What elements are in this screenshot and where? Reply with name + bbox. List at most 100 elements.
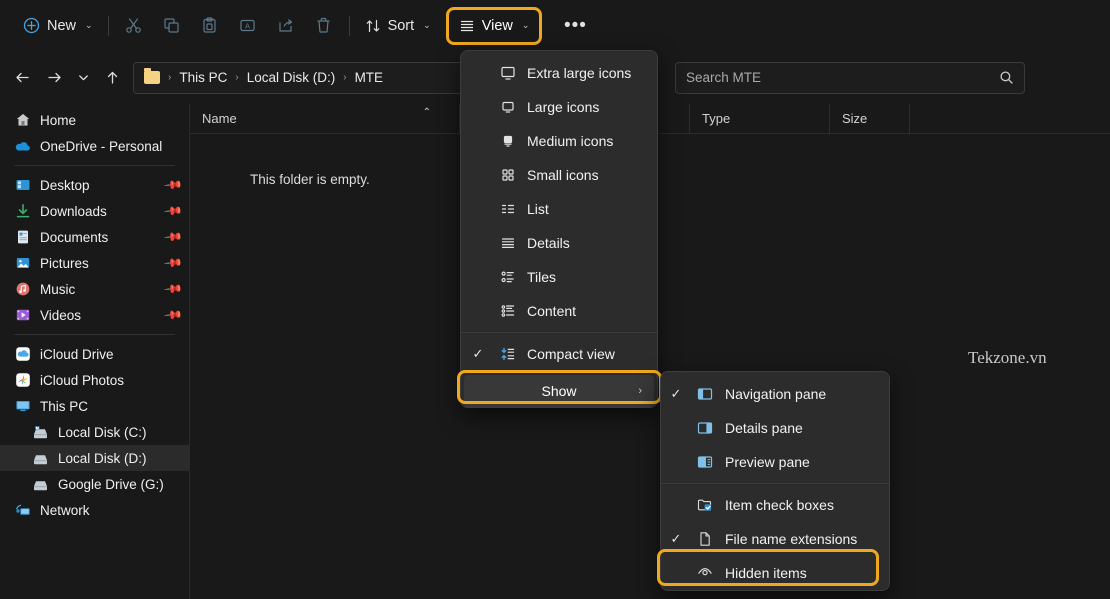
clipboard-icon xyxy=(201,17,218,34)
delete-button[interactable] xyxy=(305,10,343,42)
menu-item-small-icons[interactable]: Small icons xyxy=(461,158,657,192)
preview-pane-icon xyxy=(691,453,719,471)
sort-arrows-icon xyxy=(365,18,381,34)
submenu-item-hidden-items[interactable]: Hidden items xyxy=(661,556,889,590)
toolbar-divider-1 xyxy=(108,16,109,36)
sidebar-item-this-pc[interactable]: This PC xyxy=(0,393,189,419)
folder-icon xyxy=(144,71,160,84)
menu-item-show[interactable]: Show › xyxy=(464,375,654,407)
sidebar-divider xyxy=(14,334,175,335)
sort-button-label: Sort xyxy=(388,18,415,34)
menu-item-tiles[interactable]: Tiles xyxy=(461,260,657,294)
sidebar-item-desktop[interactable]: Desktop 📌 xyxy=(0,172,189,198)
sidebar-item-videos[interactable]: Videos 📌 xyxy=(0,302,189,328)
file-ext-icon xyxy=(691,530,719,548)
sidebar-label: Local Disk (C:) xyxy=(58,425,147,440)
menu-item-label: Extra large icons xyxy=(527,65,631,81)
breadcrumb-item-local-disk-d[interactable]: Local Disk (D:) xyxy=(247,70,336,85)
search-icon[interactable] xyxy=(999,70,1014,85)
sidebar-label: iCloud Photos xyxy=(40,373,124,388)
pictures-icon xyxy=(14,255,31,272)
sidebar-item-local-disk-c[interactable]: Local Disk (C:) xyxy=(0,419,189,445)
menu-item-list[interactable]: List xyxy=(461,192,657,226)
breadcrumb-item-mte[interactable]: MTE xyxy=(355,70,384,85)
sidebar-label: This PC xyxy=(40,399,88,414)
sidebar-label: Desktop xyxy=(40,178,90,193)
menu-item-extra-large-icons[interactable]: Extra large icons xyxy=(461,56,657,90)
sidebar-item-home[interactable]: Home xyxy=(0,107,189,133)
sidebar-item-icloud-drive[interactable]: iCloud Drive xyxy=(0,341,189,367)
checkmark-icon: ✓ xyxy=(461,346,495,362)
home-icon xyxy=(14,112,31,129)
breadcrumb-item-this-pc[interactable]: This PC xyxy=(179,70,227,85)
search-input[interactable]: Search MTE xyxy=(675,62,1025,94)
sidebar-label: OneDrive - Personal xyxy=(40,139,162,154)
content-icon xyxy=(495,302,521,320)
column-header-size[interactable]: Size xyxy=(830,104,910,134)
more-options-button[interactable]: ••• xyxy=(556,10,594,42)
command-toolbar: New ⌄ A xyxy=(0,0,1110,51)
share-button[interactable] xyxy=(267,10,305,42)
copy-icon xyxy=(163,17,180,34)
this-pc-icon xyxy=(14,398,31,415)
paste-button[interactable] xyxy=(191,10,229,42)
sidebar-item-downloads[interactable]: Downloads 📌 xyxy=(0,198,189,224)
watermark: Tekzone.vn xyxy=(968,348,1047,368)
svg-text:A: A xyxy=(245,21,250,30)
menu-item-details[interactable]: Details xyxy=(461,226,657,260)
menu-item-compact-view[interactable]: ✓ Compact view xyxy=(461,337,657,371)
sidebar-item-icloud-photos[interactable]: iCloud Photos xyxy=(0,367,189,393)
sidebar-item-local-disk-d[interactable]: Local Disk (D:) xyxy=(0,445,189,471)
view-button[interactable]: View ⌄ xyxy=(446,7,543,45)
submenu-item-details-pane[interactable]: Details pane xyxy=(661,411,889,445)
sidebar-item-music[interactable]: Music 📌 xyxy=(0,276,189,302)
monitor-xl-icon xyxy=(495,64,521,82)
trash-icon xyxy=(315,17,332,34)
submenu-item-label: Item check boxes xyxy=(725,497,834,513)
chevron-down-icon: ⌄ xyxy=(522,20,530,31)
desktop-icon xyxy=(14,177,31,194)
cut-button[interactable] xyxy=(115,10,153,42)
submenu-item-preview-pane[interactable]: Preview pane xyxy=(661,445,889,479)
sidebar-divider xyxy=(14,165,175,166)
downloads-icon xyxy=(14,203,31,220)
sidebar-item-google-drive-g[interactable]: Google Drive (G:) xyxy=(0,471,189,497)
column-header-type[interactable]: Type xyxy=(690,104,830,134)
submenu-item-label: Navigation pane xyxy=(725,386,826,402)
toolbar-divider-2 xyxy=(349,16,350,36)
sidebar-label: Videos xyxy=(40,308,81,323)
share-icon xyxy=(277,17,294,34)
pin-icon: 📌 xyxy=(163,279,183,299)
menu-item-large-icons[interactable]: Large icons xyxy=(461,90,657,124)
forward-button[interactable] xyxy=(38,62,70,94)
submenu-item-file-name-extensions[interactable]: ✓ File name extensions xyxy=(661,522,889,556)
menu-item-label: Details xyxy=(527,235,570,251)
sidebar-item-onedrive[interactable]: OneDrive - Personal xyxy=(0,133,189,159)
sort-button[interactable]: Sort ⌄ xyxy=(356,10,440,42)
back-button[interactable] xyxy=(6,62,38,94)
rename-button[interactable]: A xyxy=(229,10,267,42)
new-button[interactable]: New ⌄ xyxy=(14,10,102,42)
submenu-item-navigation-pane[interactable]: ✓ Navigation pane xyxy=(661,377,889,411)
column-header-name[interactable]: Name ⌃ xyxy=(190,104,460,134)
breadcrumb-separator: › xyxy=(168,72,171,83)
sidebar-item-pictures[interactable]: Pictures 📌 xyxy=(0,250,189,276)
submenu-item-label: Details pane xyxy=(725,420,803,436)
copy-button[interactable] xyxy=(153,10,191,42)
sidebar-item-documents[interactable]: Documents 📌 xyxy=(0,224,189,250)
submenu-item-label: Hidden items xyxy=(725,565,807,581)
drive-icon xyxy=(32,476,49,493)
list-icon xyxy=(495,200,521,218)
sidebar-label: Downloads xyxy=(40,204,107,219)
submenu-item-item-check-boxes[interactable]: Item check boxes xyxy=(661,488,889,522)
view-dropdown-menu: Extra large icons Large icons Medium ico… xyxy=(460,50,658,408)
tiles-icon xyxy=(495,268,521,286)
sort-ascending-icon: ⌃ xyxy=(423,107,431,118)
menu-item-medium-icons[interactable]: Medium icons xyxy=(461,124,657,158)
sidebar-label: Home xyxy=(40,113,76,128)
up-button[interactable] xyxy=(96,62,128,94)
cloud-icon xyxy=(14,138,31,155)
menu-item-content[interactable]: Content xyxy=(461,294,657,328)
recent-locations-button[interactable] xyxy=(70,62,96,94)
sidebar-item-network[interactable]: Network xyxy=(0,497,189,523)
